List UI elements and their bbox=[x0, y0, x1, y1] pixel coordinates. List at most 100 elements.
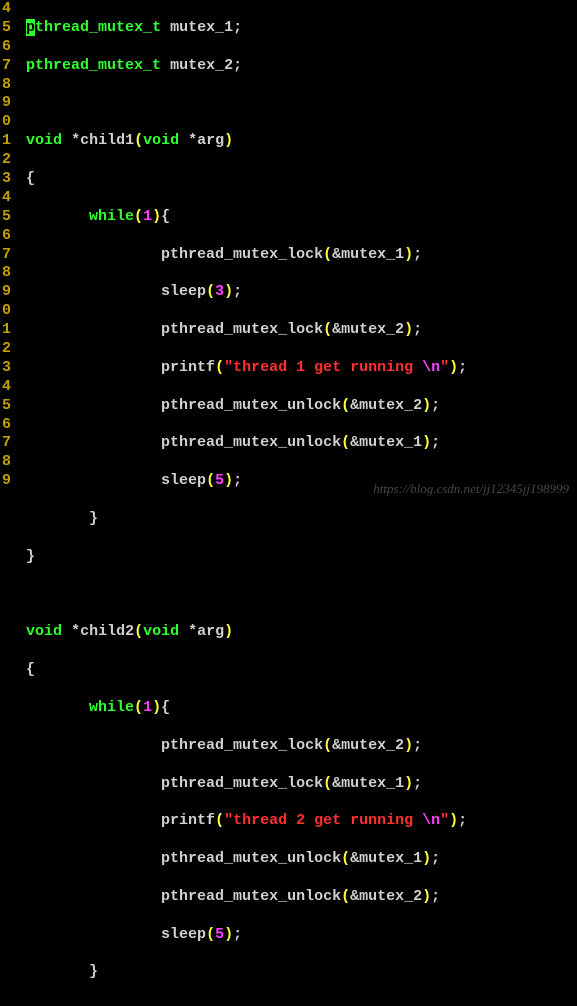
semicolon: ; bbox=[431, 434, 440, 451]
number: 5 bbox=[215, 472, 224, 489]
code-line[interactable]: pthread_mutex_lock(&mutex_1); bbox=[17, 775, 577, 794]
code-line[interactable]: while(1){ bbox=[17, 699, 577, 718]
brace-open: { bbox=[26, 661, 35, 678]
indent bbox=[17, 926, 161, 943]
operator: * bbox=[188, 623, 197, 640]
operator: * bbox=[71, 132, 80, 149]
code-line[interactable] bbox=[17, 586, 577, 605]
paren-open: ( bbox=[134, 699, 143, 716]
paren-open: ( bbox=[341, 397, 350, 414]
line-number: 2 bbox=[0, 340, 13, 359]
indent bbox=[17, 737, 161, 754]
paren-open: ( bbox=[341, 434, 350, 451]
code-line[interactable]: } bbox=[17, 510, 577, 529]
line-number: 7 bbox=[0, 434, 13, 453]
code-line[interactable]: pthread_mutex_lock(&mutex_2); bbox=[17, 321, 577, 340]
line-number: 4 bbox=[0, 378, 13, 397]
brace-open: { bbox=[161, 208, 170, 225]
code-line[interactable]: pthread_mutex_t mutex_1; bbox=[17, 19, 577, 38]
code-line[interactable]: pthread_mutex_unlock(&mutex_2); bbox=[17, 888, 577, 907]
paren-close: ) bbox=[422, 888, 431, 905]
code-line[interactable]: { bbox=[17, 170, 577, 189]
paren-close: ) bbox=[404, 321, 413, 338]
identifier: arg bbox=[197, 623, 224, 640]
indent bbox=[17, 888, 161, 905]
paren-open: ( bbox=[206, 926, 215, 943]
line-number: 2 bbox=[0, 151, 13, 170]
code-line[interactable]: pthread_mutex_unlock(&mutex_1); bbox=[17, 850, 577, 869]
code-line[interactable]: printf("thread 1 get running \n"); bbox=[17, 359, 577, 378]
function-call: sleep bbox=[161, 926, 206, 943]
identifier: arg bbox=[197, 132, 224, 149]
function-name: child2 bbox=[80, 623, 134, 640]
paren-open: ( bbox=[206, 283, 215, 300]
operator: * bbox=[188, 132, 197, 149]
semicolon: ; bbox=[413, 775, 422, 792]
paren-close: ) bbox=[404, 246, 413, 263]
paren-close: ) bbox=[152, 208, 161, 225]
line-number: 1 bbox=[0, 321, 13, 340]
function-call: pthread_mutex_lock bbox=[161, 246, 323, 263]
cursor: p bbox=[26, 19, 35, 36]
paren-open: ( bbox=[134, 132, 143, 149]
code-area[interactable]: pthread_mutex_t mutex_1; pthread_mutex_t… bbox=[17, 0, 577, 503]
indent bbox=[17, 699, 89, 716]
function-call: pthread_mutex_unlock bbox=[161, 850, 341, 867]
paren-open: ( bbox=[215, 812, 224, 829]
code-line[interactable]: printf("thread 2 get running \n"); bbox=[17, 812, 577, 831]
semicolon: ; bbox=[413, 321, 422, 338]
operator: & bbox=[350, 850, 359, 867]
identifier: mutex_2 bbox=[359, 888, 422, 905]
indent bbox=[17, 208, 89, 225]
code-line[interactable]: pthread_mutex_lock(&mutex_1); bbox=[17, 246, 577, 265]
code-line[interactable]: void *child2(void *arg) bbox=[17, 623, 577, 642]
paren-open: ( bbox=[323, 246, 332, 263]
brace-close: } bbox=[26, 548, 35, 565]
code-line[interactable]: } bbox=[17, 548, 577, 567]
identifier: mutex_2 bbox=[359, 397, 422, 414]
function-call: sleep bbox=[161, 283, 206, 300]
code-line[interactable]: { bbox=[17, 661, 577, 680]
brace-open: { bbox=[26, 170, 35, 187]
string-quote: " bbox=[440, 359, 449, 376]
line-number: 8 bbox=[0, 453, 13, 472]
keyword: void bbox=[26, 623, 62, 640]
identifier: mutex_1 bbox=[341, 246, 404, 263]
code-editor[interactable]: 4 5 6 7 8 9 0 1 2 3 4 5 6 7 8 9 0 1 2 3 … bbox=[0, 0, 577, 503]
code-line[interactable]: sleep(3); bbox=[17, 283, 577, 302]
number: 1 bbox=[143, 208, 152, 225]
escape-char: \n bbox=[422, 812, 440, 829]
paren-close: ) bbox=[224, 132, 233, 149]
paren-close: ) bbox=[422, 850, 431, 867]
code-line[interactable]: pthread_mutex_unlock(&mutex_2); bbox=[17, 397, 577, 416]
semicolon: ; bbox=[233, 57, 242, 74]
indent bbox=[17, 434, 161, 451]
line-number: 5 bbox=[0, 208, 13, 227]
semicolon: ; bbox=[233, 283, 242, 300]
paren-open: ( bbox=[323, 775, 332, 792]
function-call: pthread_mutex_unlock bbox=[161, 888, 341, 905]
semicolon: ; bbox=[233, 19, 242, 36]
code-line[interactable]: void *child1(void *arg) bbox=[17, 132, 577, 151]
code-line[interactable]: while(1){ bbox=[17, 208, 577, 227]
number: 1 bbox=[143, 699, 152, 716]
line-number: 1 bbox=[0, 132, 13, 151]
line-number: 9 bbox=[0, 283, 13, 302]
indent bbox=[17, 812, 161, 829]
line-number: 7 bbox=[0, 57, 13, 76]
indent bbox=[17, 850, 161, 867]
code-line[interactable]: pthread_mutex_lock(&mutex_2); bbox=[17, 737, 577, 756]
code-line[interactable] bbox=[17, 94, 577, 113]
number: 5 bbox=[215, 926, 224, 943]
code-line[interactable]: pthread_mutex_t mutex_2; bbox=[17, 57, 577, 76]
paren-open: ( bbox=[134, 208, 143, 225]
code-line[interactable]: pthread_mutex_unlock(&mutex_1); bbox=[17, 434, 577, 453]
line-number: 8 bbox=[0, 76, 13, 95]
code-line[interactable]: } bbox=[17, 963, 577, 982]
paren-close: ) bbox=[224, 926, 233, 943]
keyword: void bbox=[143, 623, 179, 640]
paren-close: ) bbox=[422, 434, 431, 451]
code-line[interactable]: sleep(5); bbox=[17, 926, 577, 945]
identifier: mutex_1 bbox=[170, 19, 233, 36]
paren-close: ) bbox=[422, 397, 431, 414]
